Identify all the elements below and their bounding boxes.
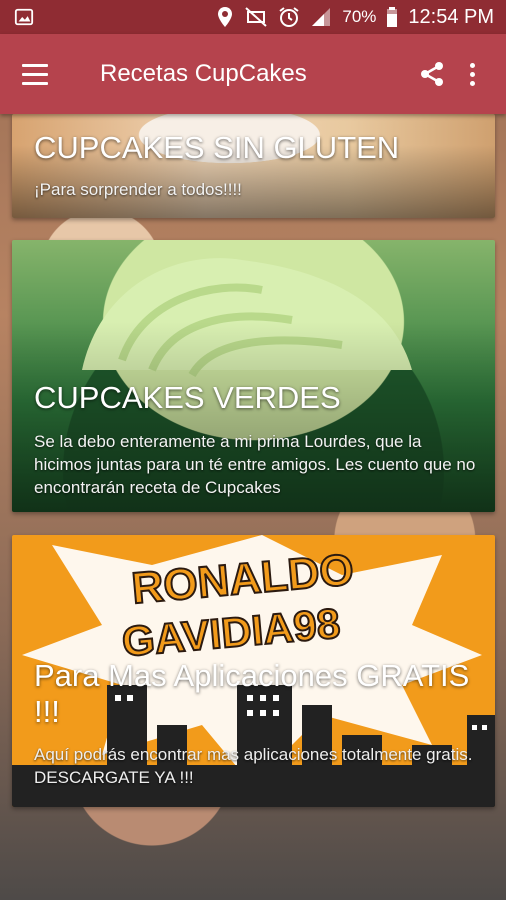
battery-percent: 70% (342, 7, 377, 26)
location-icon (218, 7, 233, 27)
image-icon (14, 8, 34, 26)
more-vert-icon (469, 62, 475, 86)
card-description: Aquí podrás encontrar mas aplicaciones t… (34, 745, 473, 787)
card-description: ¡Para sorprender a todos!!!! (34, 180, 242, 199)
more-options-button[interactable] (452, 54, 492, 94)
promo-card-more-apps[interactable]: RONALDO GAVIDIA98 Para Mas Aplicaciones … (12, 535, 495, 807)
app-bar: Recetas CupCakes (0, 34, 506, 114)
status-right: 70% 12:54 PM (216, 6, 494, 29)
card-title: Para Mas Aplicaciones GRATIS !!! (34, 658, 470, 729)
share-icon (421, 62, 443, 86)
status-left (14, 7, 34, 27)
card-title: CUPCAKES VERDES (34, 380, 341, 415)
recipe-card-sin-gluten[interactable]: CUPCAKES SIN GLUTEN ¡Para sorprender a t… (12, 114, 495, 218)
recipe-card-verdes[interactable]: CUPCAKES VERDES Se la debo enteramente a… (12, 240, 495, 512)
card-description: Se la debo enteramente a mi prima Lourde… (34, 432, 476, 497)
status-time: 12:54 PM (408, 5, 494, 28)
card-title: CUPCAKES SIN GLUTEN (34, 130, 400, 165)
mute-icon (245, 7, 268, 27)
share-button[interactable] (412, 54, 452, 94)
battery-icon (387, 7, 398, 27)
status-bar: 70% 12:54 PM (0, 0, 506, 34)
app-title: Recetas CupCakes (100, 60, 307, 87)
alarm-icon (279, 7, 299, 27)
menu-icon[interactable] (22, 57, 56, 91)
signal-icon (312, 8, 331, 26)
